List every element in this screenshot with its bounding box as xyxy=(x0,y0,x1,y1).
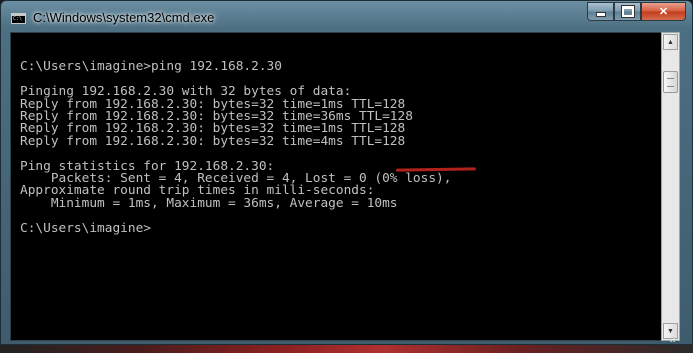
window-controls: ✕ xyxy=(587,2,686,22)
console-line: C:\Users\imagine> xyxy=(20,220,151,236)
maximize-icon xyxy=(620,5,635,18)
console-text: C:\Users\imagine>ping 192.168.2.30 Pingi… xyxy=(20,49,451,235)
minimize-button[interactable] xyxy=(587,2,614,21)
cmd-window: C:\Windows\system32\cmd.exe ✕ C:\Users\i… xyxy=(0,0,693,345)
close-button[interactable]: ✕ xyxy=(641,2,686,21)
console-line: C:\Users\imagine>ping 192.168.2.30 xyxy=(20,59,282,75)
vertical-scrollbar[interactable]: ▲ ▼ xyxy=(661,32,680,341)
console-line: Reply from 192.168.2.30: bytes=32 time=4… xyxy=(20,133,406,149)
scroll-up-button[interactable]: ▲ xyxy=(663,34,678,50)
cmd-icon[interactable] xyxy=(11,13,26,24)
close-icon: ✕ xyxy=(658,6,669,18)
window-title: C:\Windows\system32\cmd.exe xyxy=(33,10,215,25)
minimize-icon xyxy=(595,12,606,17)
scroll-down-icon: ▼ xyxy=(667,327,674,335)
title-bar[interactable]: C:\Windows\system32\cmd.exe ✕ xyxy=(1,1,692,31)
console-line: Minimum = 1ms, Maximum = 36ms, Average =… xyxy=(20,195,398,211)
maximize-button[interactable] xyxy=(614,2,641,21)
scroll-up-icon: ▲ xyxy=(667,38,674,46)
resize-grip-icon[interactable] xyxy=(663,335,677,343)
background-strip xyxy=(0,345,693,353)
scroll-thumb[interactable] xyxy=(663,71,678,93)
console-output[interactable]: C:\Users\imagine>ping 192.168.2.30 Pingi… xyxy=(10,32,663,341)
